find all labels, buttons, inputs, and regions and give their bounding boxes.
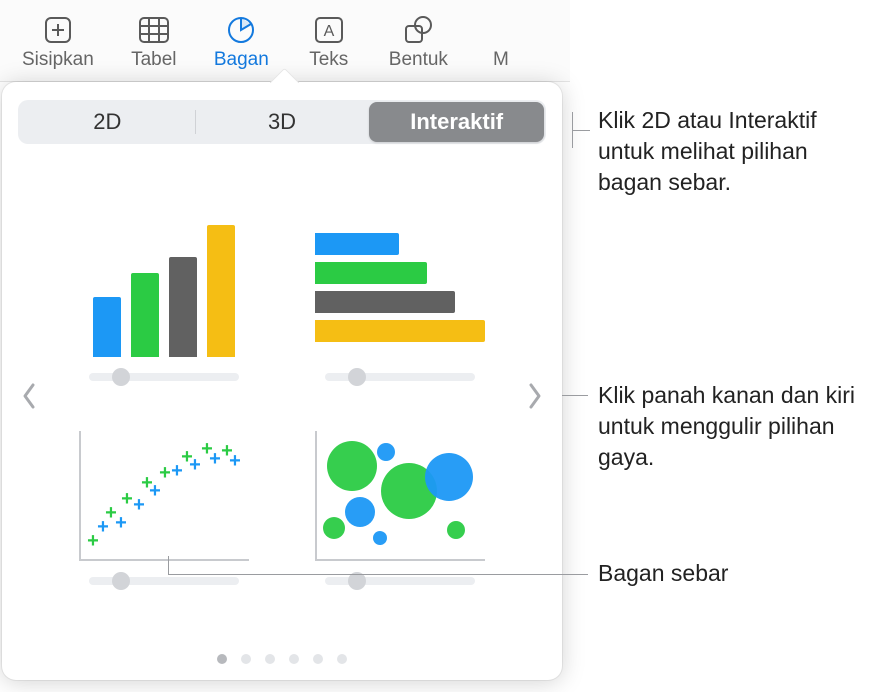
toolbar-label: M — [493, 49, 509, 71]
annotation-text: Bagan sebar — [598, 558, 878, 589]
toolbar-shape[interactable]: Bentuk — [383, 10, 454, 75]
svg-text:A: A — [323, 23, 334, 40]
tab-2d[interactable]: 2D — [20, 102, 195, 142]
interactive-column-chart-option[interactable] — [66, 217, 262, 385]
toolbar-table[interactable]: Tabel — [124, 10, 184, 75]
leader-line — [572, 112, 573, 148]
more-icon — [484, 14, 518, 45]
page-dot[interactable] — [217, 654, 227, 664]
toolbar-label: Bentuk — [389, 49, 448, 71]
tab-label: 2D — [93, 109, 121, 135]
toolbar-label: Teks — [309, 49, 348, 71]
leader-line — [572, 130, 590, 131]
interactive-scatter-chart-option[interactable]: + + + + + + + + + + + + + + + — [66, 421, 262, 589]
annotation-text: Klik panah kanan dan kiri untuk mengguli… — [598, 380, 878, 473]
table-icon — [137, 14, 171, 45]
toolbar-more[interactable]: M — [478, 10, 524, 75]
page-dot[interactable] — [313, 654, 323, 664]
interactive-bubble-chart-option[interactable] — [302, 421, 498, 589]
page-dot[interactable] — [241, 654, 251, 664]
style-slider[interactable] — [89, 369, 239, 385]
toolbar-label: Tabel — [131, 49, 176, 71]
toolbar-text[interactable]: A Teks — [299, 10, 359, 75]
toolbar-label: Sisipkan — [22, 49, 94, 71]
page-dots — [18, 648, 546, 666]
leader-line — [562, 395, 588, 396]
style-slider[interactable] — [325, 573, 475, 589]
annotation-text: Klik 2D atau Interaktif untuk melihat pi… — [598, 105, 878, 198]
shape-icon — [401, 14, 435, 45]
next-style-button[interactable] — [520, 356, 550, 436]
bar-chart-preview — [315, 217, 485, 357]
chart-picker-popover: 2D 3D Interaktif — [2, 82, 562, 680]
tab-interactive[interactable]: Interaktif — [369, 102, 544, 142]
column-chart-preview — [79, 217, 249, 357]
tab-label: Interaktif — [410, 109, 503, 135]
style-slider[interactable] — [325, 369, 475, 385]
pie-chart-icon — [224, 14, 258, 45]
page-dot[interactable] — [265, 654, 275, 664]
chart-grid: + + + + + + + + + + + + + + + — [18, 183, 546, 609]
style-slider[interactable] — [89, 573, 239, 589]
toolbar-chart[interactable]: Bagan — [208, 10, 275, 75]
tab-label: 3D — [268, 109, 296, 135]
chart-type-segmented-control: 2D 3D Interaktif — [18, 100, 546, 144]
scatter-chart-preview: + + + + + + + + + + + + + + + — [79, 421, 249, 561]
toolbar-label: Bagan — [214, 49, 269, 71]
page-dot[interactable] — [337, 654, 347, 664]
page-dot[interactable] — [289, 654, 299, 664]
text-box-icon: A — [312, 14, 346, 45]
plus-box-icon — [41, 14, 75, 45]
toolbar-insert[interactable]: Sisipkan — [16, 10, 100, 75]
bubble-chart-preview — [315, 421, 485, 561]
tab-3d[interactable]: 3D — [195, 102, 370, 142]
chart-grid-area: + + + + + + + + + + + + + + + — [18, 144, 546, 648]
prev-style-button[interactable] — [14, 356, 44, 436]
interactive-bar-chart-option[interactable] — [302, 217, 498, 385]
